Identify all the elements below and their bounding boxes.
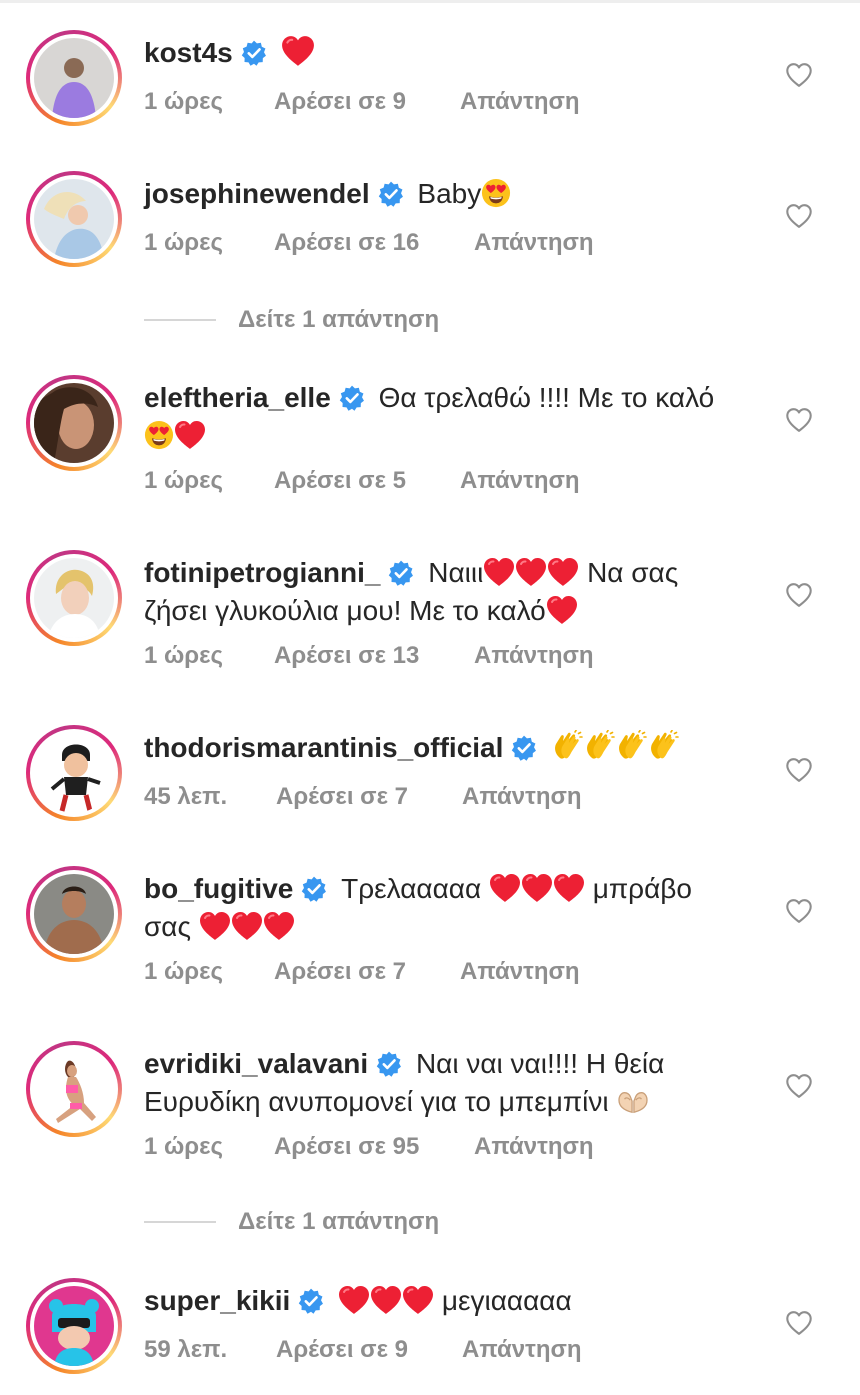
red-heart-emoji-icon <box>546 595 578 625</box>
avatar-photo <box>34 1286 114 1366</box>
red-heart-emoji-icon <box>489 873 521 903</box>
verified-badge-icon <box>511 735 537 761</box>
likes-count[interactable]: Αρέσει σε 16 <box>274 229 474 257</box>
avatar[interactable] <box>26 550 122 646</box>
top-divider <box>0 0 860 3</box>
avatar[interactable] <box>26 30 122 126</box>
likes-count[interactable]: Αρέσει σε 7 <box>276 783 462 811</box>
heart-outline-icon[interactable] <box>785 203 813 229</box>
red-heart-emoji-icon <box>338 1285 370 1315</box>
red-heart-emoji-icon <box>231 911 263 941</box>
username[interactable]: josephinewendel <box>144 178 370 209</box>
red-heart-emoji-icon <box>483 557 515 587</box>
red-heart-emoji-icon <box>402 1285 434 1315</box>
red-heart-emoji-icon <box>515 557 547 587</box>
verified-badge-icon <box>301 876 327 902</box>
avatar-photo <box>34 1049 114 1129</box>
avatar[interactable] <box>26 1278 122 1374</box>
comment-text: Ναιιι <box>428 557 484 588</box>
comment-text: Baby <box>417 178 482 209</box>
red-heart-emoji-icon <box>553 873 585 903</box>
likes-count[interactable]: Αρέσει σε 9 <box>274 88 460 116</box>
comment-time: 1 ώρες <box>144 88 224 115</box>
reply-button[interactable]: Απάντηση <box>460 467 580 495</box>
avatar-photo <box>34 733 114 813</box>
red-heart-emoji-icon <box>199 911 231 941</box>
avatar-photo <box>34 38 114 118</box>
red-heart-emoji-icon <box>521 873 553 903</box>
username[interactable]: bo_fugitive <box>144 873 293 904</box>
heart-outline-icon[interactable] <box>785 407 813 433</box>
avatar[interactable] <box>26 725 122 821</box>
clapping-hands-emoji-icon <box>647 730 679 762</box>
avatar-photo <box>34 179 114 259</box>
avatar[interactable] <box>26 171 122 267</box>
username[interactable]: super_kikii <box>144 1285 290 1316</box>
username[interactable]: thodorismarantinis_official <box>144 732 503 763</box>
heart-eyes-emoji-icon <box>144 420 174 450</box>
comment-text: Θα τρελαθώ !!!! Με το καλό <box>378 382 715 413</box>
view-replies-label[interactable]: Δείτε 1 απάντηση <box>238 306 439 334</box>
reply-button[interactable]: Απάντηση <box>474 642 594 670</box>
comment-time: 1 ώρες <box>144 958 224 985</box>
red-heart-emoji-icon <box>263 911 295 941</box>
heart-outline-icon[interactable] <box>785 757 813 783</box>
likes-count[interactable]: Αρέσει σε 5 <box>274 467 460 495</box>
verified-badge-icon <box>241 40 267 66</box>
comment-time: 1 ώρες <box>144 1133 224 1160</box>
verified-badge-icon <box>376 1051 402 1077</box>
heart-outline-icon[interactable] <box>785 582 813 608</box>
heart-hands-emoji-icon <box>616 1088 650 1116</box>
divider-line <box>144 1221 216 1223</box>
red-heart-emoji-icon <box>370 1285 402 1315</box>
comment-text: Τρελααααα <box>341 873 482 904</box>
red-heart-emoji-icon <box>281 35 315 67</box>
view-replies-label[interactable]: Δείτε 1 απάντηση <box>238 1208 439 1236</box>
likes-count[interactable]: Αρέσει σε 9 <box>276 1336 462 1364</box>
avatar[interactable] <box>26 1041 122 1137</box>
username[interactable]: evridiki_valavani <box>144 1048 368 1079</box>
comment-time: 1 ώρες <box>144 642 224 669</box>
verified-badge-icon <box>388 560 414 586</box>
reply-button[interactable]: Απάντηση <box>474 229 594 257</box>
heart-outline-icon[interactable] <box>785 62 813 88</box>
divider-line <box>144 319 216 321</box>
verified-badge-icon <box>378 181 404 207</box>
view-replies-link[interactable]: Δείτε 1 απάντηση <box>144 1208 439 1236</box>
heart-outline-icon[interactable] <box>785 898 813 924</box>
red-heart-emoji-icon <box>174 420 206 450</box>
clapping-hands-emoji-icon <box>551 730 583 762</box>
avatar-photo <box>34 874 114 954</box>
view-replies-link[interactable]: Δείτε 1 απάντηση <box>144 306 439 334</box>
avatar[interactable] <box>26 375 122 471</box>
reply-button[interactable]: Απάντηση <box>462 1336 582 1364</box>
likes-count[interactable]: Αρέσει σε 95 <box>274 1133 474 1161</box>
clapping-hands-emoji-icon <box>583 730 615 762</box>
verified-badge-icon <box>298 1288 324 1314</box>
heart-eyes-emoji-icon <box>481 178 511 208</box>
comment-time: 59 λεπ. <box>144 1336 228 1363</box>
avatar[interactable] <box>26 866 122 962</box>
comment-time: 1 ώρες <box>144 229 224 256</box>
avatar-photo <box>34 383 114 463</box>
avatar-photo <box>34 558 114 638</box>
reply-button[interactable]: Απάντηση <box>460 958 580 986</box>
reply-button[interactable]: Απάντηση <box>474 1133 594 1161</box>
verified-badge-icon <box>339 385 365 411</box>
comment-time: 45 λεπ. <box>144 783 228 810</box>
username[interactable]: kost4s <box>144 37 233 68</box>
heart-outline-icon[interactable] <box>785 1073 813 1099</box>
comment-time: 1 ώρες <box>144 467 224 494</box>
likes-count[interactable]: Αρέσει σε 13 <box>274 642 474 670</box>
reply-button[interactable]: Απάντηση <box>460 88 580 116</box>
comment-text: μεγιααααα <box>441 1285 572 1316</box>
likes-count[interactable]: Αρέσει σε 7 <box>274 958 460 986</box>
reply-button[interactable]: Απάντηση <box>462 783 582 811</box>
username[interactable]: eleftheria_elle <box>144 382 331 413</box>
username[interactable]: fotinipetrogianni_ <box>144 557 380 588</box>
clapping-hands-emoji-icon <box>615 730 647 762</box>
red-heart-emoji-icon <box>547 557 579 587</box>
heart-outline-icon[interactable] <box>785 1310 813 1336</box>
